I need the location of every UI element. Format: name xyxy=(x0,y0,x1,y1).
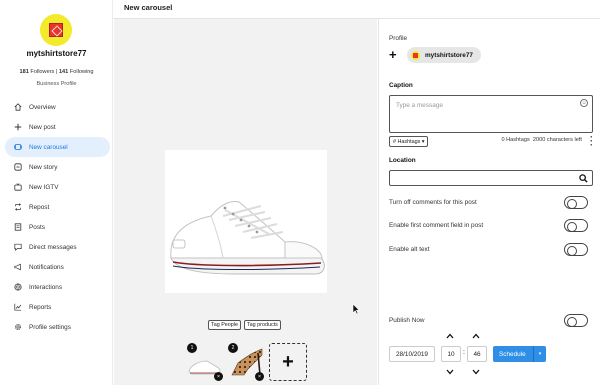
globe-icon xyxy=(14,283,22,291)
sidebar-item-notifications[interactable]: Notifications xyxy=(5,257,110,277)
followers-count: 181 xyxy=(19,69,29,75)
add-profile-button[interactable]: + xyxy=(389,48,397,61)
sidebar-item-new-story[interactable]: New story xyxy=(5,157,110,177)
caption-label: Caption xyxy=(389,82,413,89)
option-alt-text-label: Enable alt text xyxy=(389,246,430,253)
repost-icon xyxy=(14,203,22,211)
sidebar-item-label: Direct messages xyxy=(29,243,77,251)
gear-icon xyxy=(14,323,22,331)
carousel-icon xyxy=(14,143,22,151)
sidebar-item-profile-settings[interactable]: Profile settings xyxy=(5,317,110,337)
mouse-cursor-icon xyxy=(352,303,360,315)
hashtags-button[interactable]: # Hashtags ▾ xyxy=(389,136,429,147)
story-icon xyxy=(14,163,22,171)
sidebar-item-reports[interactable]: Reports xyxy=(5,297,110,317)
schedule-button-label: Schedule xyxy=(499,350,526,358)
sidebar-item-new-igtv[interactable]: New IGTV xyxy=(5,177,110,197)
sidebar-item-posts[interactable]: Posts xyxy=(5,217,110,237)
chars-left: 2000 characters left xyxy=(532,137,582,143)
preview-image xyxy=(165,150,327,293)
post-settings-panel: Profile + mytshirtstore77 Caption Type a… xyxy=(378,19,600,385)
profile-label: Profile xyxy=(389,35,408,42)
sidebar-item-direct-messages[interactable]: Direct messages xyxy=(5,237,110,257)
search-icon[interactable] xyxy=(579,174,588,183)
publish-now-label: Publish Now xyxy=(389,317,425,324)
profile-chip-name: mytshirtstore77 xyxy=(425,51,473,59)
message-icon xyxy=(14,243,22,251)
follow-stats: 181 Followers | 141 Following xyxy=(0,69,113,75)
sidebar-item-label: New carousel xyxy=(29,143,68,151)
home-icon xyxy=(14,103,22,111)
more-options-icon[interactable]: · · · xyxy=(590,133,593,150)
sidebar-item-new-post[interactable]: New post xyxy=(5,117,110,137)
carousel-thumb-2[interactable]: 2 × xyxy=(228,343,264,381)
first-comment-toggle[interactable] xyxy=(564,219,588,232)
avatar-logo-icon xyxy=(49,23,63,37)
time-separator: : xyxy=(463,349,465,356)
plus-icon xyxy=(14,123,22,131)
sidebar-item-repost[interactable]: Repost xyxy=(5,197,110,217)
thumb-number: 2 xyxy=(228,343,238,353)
sidebar-item-overview[interactable]: Overview xyxy=(5,97,110,117)
posts-icon xyxy=(14,223,22,231)
tag-people-button[interactable]: Tag People xyxy=(208,320,241,330)
date-field[interactable]: 28/10/2019 xyxy=(389,346,435,362)
caption-counts: 0 Hashtags 2000 characters left xyxy=(501,137,582,143)
location-label: Location xyxy=(389,157,416,164)
caption-input[interactable]: Type a message ☺ xyxy=(389,95,593,133)
tag-buttons: Tag People Tag products xyxy=(208,320,281,330)
sidebar-item-new-carousel[interactable]: New carousel xyxy=(5,137,110,157)
option-comments-off-label: Turn off comments for this post xyxy=(389,199,477,206)
thumb-number: 1 xyxy=(187,343,197,353)
carousel-thumb-1[interactable]: 1 × xyxy=(187,343,223,381)
sidebar-item-interactions[interactable]: Interactions xyxy=(5,277,110,297)
thumb-delete-button[interactable]: × xyxy=(255,372,264,381)
minute-up-icon[interactable] xyxy=(472,333,480,339)
app-root: mytshirtstore77 181 Followers | 141 Foll… xyxy=(0,0,600,385)
tv-icon xyxy=(14,183,22,191)
comments-off-toggle[interactable] xyxy=(564,196,588,209)
tag-products-button[interactable]: Tag products xyxy=(243,320,281,330)
sidebar-username: mytshirtstore77 xyxy=(26,49,87,58)
hour-field[interactable]: 10 xyxy=(441,346,461,362)
sidebar-item-label: Overview xyxy=(29,103,56,111)
sidebar-item-label: New story xyxy=(29,163,58,171)
location-input[interactable] xyxy=(389,170,593,186)
sidebar: mytshirtstore77 181 Followers | 141 Foll… xyxy=(0,0,113,385)
sidebar-item-label: New IGTV xyxy=(29,183,59,191)
schedule-button[interactable]: Schedule ▾ xyxy=(493,346,546,362)
account-type: Business Profile xyxy=(36,81,77,87)
profile-chip[interactable]: mytshirtstore77 xyxy=(407,47,481,63)
add-carousel-item-button[interactable]: + xyxy=(269,343,307,381)
carousel-preview: Tag People Tag products 1 × 2 × + xyxy=(114,19,377,385)
minute-field[interactable]: 46 xyxy=(467,346,487,362)
minute-down-icon[interactable] xyxy=(472,369,480,375)
schedule-dropdown-icon[interactable]: ▾ xyxy=(533,346,546,362)
following-label: Following xyxy=(69,69,94,75)
chip-avatar-icon xyxy=(411,50,420,60)
sidebar-nav: Overview New post New carousel New story… xyxy=(5,97,110,337)
hour-up-icon[interactable] xyxy=(446,333,454,339)
hour-down-icon[interactable] xyxy=(446,369,454,375)
caption-placeholder: Type a message xyxy=(396,102,443,109)
sidebar-item-label: Interactions xyxy=(29,283,63,291)
sidebar-item-label: Reports xyxy=(29,303,52,311)
option-first-comment-label: Enable first comment field in post xyxy=(389,222,484,229)
megaphone-icon xyxy=(14,263,22,271)
sidebar-item-label: Posts xyxy=(29,223,45,231)
emoji-icon[interactable]: ☺ xyxy=(580,99,588,107)
publish-now-toggle[interactable] xyxy=(564,314,588,327)
hashtag-count: 0 Hashtags xyxy=(501,137,530,143)
sidebar-item-label: New post xyxy=(29,123,56,131)
avatar[interactable] xyxy=(40,14,72,46)
page-title: New carousel xyxy=(124,3,173,12)
followers-label: Followers | xyxy=(30,69,58,75)
alt-text-toggle[interactable] xyxy=(564,243,588,256)
thumb-delete-button[interactable]: × xyxy=(214,372,223,381)
following-count: 141 xyxy=(58,69,69,75)
sidebar-item-label: Profile settings xyxy=(29,323,71,331)
chart-icon xyxy=(14,303,22,311)
sidebar-item-label: Notifications xyxy=(29,263,64,271)
sidebar-item-label: Repost xyxy=(29,203,50,211)
